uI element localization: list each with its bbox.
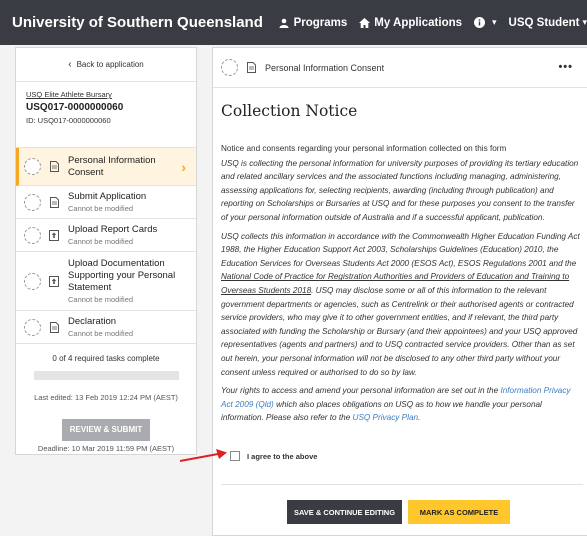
progress-section: 0 of 4 required tasks complete Last edit…	[16, 344, 196, 453]
more-options-icon[interactable]: •••	[558, 61, 573, 73]
back-label: Back to application	[76, 60, 144, 69]
task-status-icon	[24, 226, 41, 244]
p2-text-a: USQ collects this information in accorda…	[221, 231, 580, 268]
intro-text: Notice and consents regarding your perso…	[221, 144, 507, 153]
task-status-icon	[221, 59, 238, 76]
task-status-icon	[24, 272, 41, 290]
agree-checkbox[interactable]	[230, 451, 240, 461]
brand-title[interactable]: University of Southern Queensland	[12, 14, 263, 31]
task-upload-documentation[interactable]: Upload Documentation Supporting your Per…	[16, 252, 196, 311]
consent-paragraph-2: USQ collects this information in accorda…	[221, 230, 583, 380]
progress-text: 0 of 4 required tasks complete	[52, 354, 160, 363]
task-title: Upload Report Cards	[68, 224, 158, 235]
task-status-icon	[24, 318, 41, 336]
application-code: USQ017-0000000060	[26, 102, 124, 113]
task-header-title: Personal Information Consent	[265, 62, 385, 73]
home-icon	[359, 17, 371, 28]
nav-my-applications-label: My Applications	[374, 16, 463, 29]
last-edited: Last edited: 13 Feb 2019 12:24 PM (AEST)	[34, 393, 178, 402]
task-text: Declaration Cannot be modified	[68, 316, 133, 338]
task-header: Personal Information Consent •••	[213, 48, 587, 88]
task-text: Personal Information Consent	[68, 155, 158, 179]
upload-icon	[47, 275, 61, 287]
document-icon	[47, 196, 61, 208]
task-personal-information-consent[interactable]: Personal Information Consent ›	[16, 148, 196, 186]
task-status-icon	[24, 193, 41, 211]
p3-text-c: .	[418, 413, 421, 423]
chevron-down-icon: ▾	[492, 17, 497, 27]
top-navbar: University of Southern Queensland Progra…	[0, 0, 587, 45]
nav-programs[interactable]: Programs	[278, 16, 348, 29]
task-text: Upload Documentation Supporting your Per…	[68, 258, 186, 304]
upload-icon	[47, 229, 61, 241]
program-link[interactable]: USQ Elite Athlete Bursary	[26, 90, 186, 99]
back-to-application-link[interactable]: ‹ Back to application	[16, 48, 196, 82]
progress-bar	[33, 371, 179, 380]
task-submit-application[interactable]: Submit Application Cannot be modified	[16, 186, 196, 219]
chevron-right-icon: ›	[181, 158, 186, 175]
arrow-icon	[180, 449, 227, 462]
programs-icon	[279, 18, 289, 28]
task-subtitle: Cannot be modified	[68, 204, 134, 213]
chevron-down-icon: ▾	[582, 17, 587, 27]
task-text: Submit Application Cannot be modified	[68, 191, 146, 213]
task-status-icon	[24, 158, 41, 175]
task-text: Upload Report Cards Cannot be modified	[68, 224, 157, 246]
task-subtitle: Cannot be modified	[68, 237, 134, 246]
top-nav: Programs My Applications ▾ USQ Student ▾	[266, 0, 587, 45]
task-upload-report-cards[interactable]: Upload Report Cards Cannot be modified	[16, 219, 196, 252]
task-title: Declaration	[68, 316, 117, 327]
save-continue-button[interactable]: SAVE & CONTINUE EDITING	[287, 500, 402, 524]
task-subtitle: Cannot be modified	[68, 295, 134, 304]
mark-complete-button[interactable]: MARK AS COMPLETE	[408, 500, 510, 524]
info-icon	[474, 17, 486, 28]
p2-text-b: . USQ may disclose some or all of this i…	[221, 285, 578, 377]
task-declaration[interactable]: Declaration Cannot be modified	[16, 311, 196, 344]
agree-label[interactable]: I agree to the above	[247, 452, 317, 461]
review-submit-button[interactable]: REVIEW & SUBMIT	[62, 419, 150, 441]
deadline: Deadline: 10 Mar 2019 11:59 PM (AEST)	[37, 444, 175, 453]
divider	[221, 484, 583, 485]
application-info: USQ Elite Athlete Bursary USQ017-0000000…	[16, 82, 196, 148]
task-title: Submit Application	[68, 191, 147, 202]
nav-programs-label: Programs	[293, 16, 348, 29]
task-title: Upload Documentation Supporting your Per…	[68, 258, 176, 293]
document-icon	[47, 161, 61, 172]
consent-paragraph-1: USQ is collecting the personal informati…	[221, 158, 579, 222]
document-icon	[47, 321, 61, 333]
document-icon	[244, 62, 258, 73]
nav-my-applications[interactable]: My Applications	[359, 17, 462, 29]
page-title: Collection Notice	[221, 102, 358, 120]
consent-paragraph-3: Your rights to access and amend your per…	[221, 384, 583, 425]
application-id: ID: USQ017-0000000060	[26, 116, 111, 125]
task-title: Personal Information Consent	[68, 154, 156, 178]
nav-user-label: USQ Student	[508, 16, 580, 29]
task-sidebar: ‹ Back to application USQ Elite Athlete …	[15, 47, 197, 455]
nav-info-menu[interactable]: ▾	[474, 17, 497, 28]
privacy-plan-link[interactable]: USQ Privacy Plan	[353, 413, 419, 422]
consent-body: Collection Notice Notice and consents re…	[213, 102, 587, 425]
p3-text-a: Your rights to access and amend your per…	[221, 386, 501, 396]
task-subtitle: Cannot be modified	[68, 329, 134, 338]
nav-user-menu[interactable]: USQ Student ▾	[509, 17, 587, 29]
agree-row: I agree to the above	[230, 451, 317, 461]
task-content-panel: Personal Information Consent ••• Collect…	[212, 47, 587, 536]
chevron-left-icon: ‹	[68, 59, 72, 70]
